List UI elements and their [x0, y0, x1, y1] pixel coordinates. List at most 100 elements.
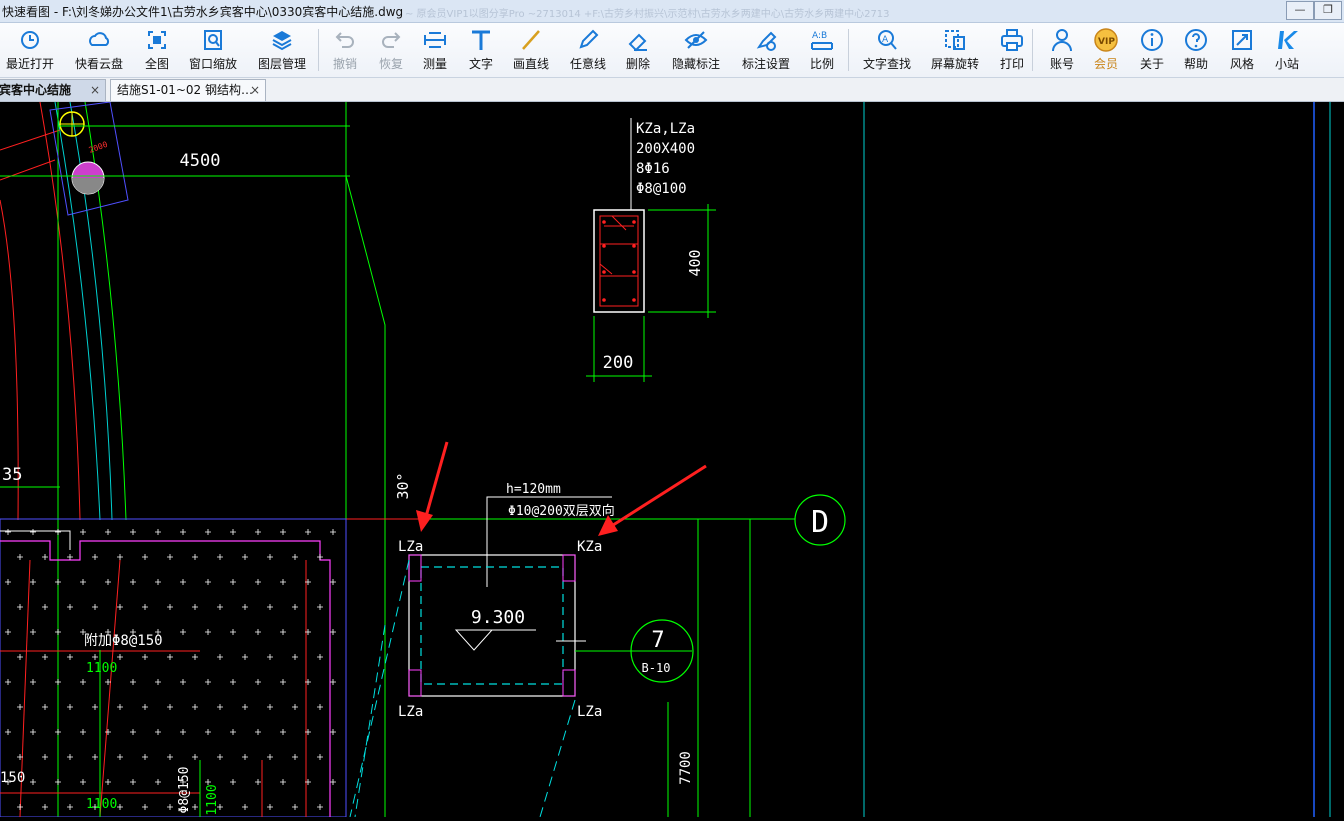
svg-text:A: A	[882, 35, 889, 45]
toolbar-button-user[interactable]: 账号	[1042, 25, 1082, 75]
angle-30-text: 30°	[394, 472, 412, 499]
toolbar-button-layers[interactable]: 图层管理	[250, 25, 314, 75]
slab-note: h=120mm Φ10@200双层双向	[486, 482, 615, 587]
rotate-screen-icon	[945, 30, 965, 50]
help-icon	[1185, 29, 1207, 51]
toolbar-label: 比例	[809, 57, 834, 71]
toolbar-button-printer[interactable]: 打印	[994, 25, 1030, 75]
col-size: 200X400	[636, 141, 695, 157]
cloud-icon	[89, 32, 110, 46]
toolbar-label: 打印	[999, 57, 1024, 71]
toolbar-button-cloud[interactable]: 快看云盘	[68, 25, 130, 75]
toolbar-button-line[interactable]: 画直线	[506, 25, 556, 75]
toolbar-button-rotate-screen[interactable]: 屏幕旋转	[924, 25, 986, 75]
pencil-icon	[579, 29, 599, 49]
grid-d-text: D	[811, 505, 829, 540]
layers-icon	[272, 31, 292, 51]
toolbar-button-help[interactable]: 帮助	[1180, 25, 1212, 75]
minimize-icon: —	[1294, 3, 1306, 16]
toolbar-button-clock[interactable]: 最近打开	[2, 25, 58, 75]
scale-icon: A:B	[811, 31, 833, 50]
toolbar-separator	[848, 29, 849, 71]
toolbar-label: 屏幕旋转	[930, 57, 979, 71]
toolbar-button-style[interactable]: 风格	[1226, 25, 1258, 75]
column-frame: LZa KZa LZa LZa 9.300	[398, 539, 632, 720]
red-small-label: 2000	[88, 140, 109, 155]
title-bar: 快速看图 - F:\刘冬娣办公文件1\古劳水乡宾客中心\0330宾客中心结施.d…	[0, 0, 1344, 23]
toolbar-button-text[interactable]: 文字	[462, 25, 500, 75]
title-faded-text: ~ 原会员VIP1以图分享Pro ~2713014 +F:\古劳乡村振兴\示范村…	[405, 9, 890, 20]
toolbar-label: 全图	[144, 57, 169, 71]
toolbar-button-zoom-window[interactable]: 窗口缩放	[184, 25, 242, 75]
toolbar-label: 测量	[422, 57, 447, 71]
ruler-icon	[424, 32, 446, 48]
cad-drawing[interactable]: 2000 4500 35 KZa,LZa 200X400 8Φ16 Φ8@100…	[0, 101, 1344, 818]
dim-200-text: 200	[603, 353, 634, 373]
slab-hatch	[5, 529, 336, 810]
tab-structure-main[interactable]: 宾客中心结施 ×	[0, 79, 106, 101]
tab-label: 宾客中心结施	[0, 83, 72, 97]
eraser-icon	[628, 33, 647, 52]
close-icon[interactable]: ×	[90, 80, 100, 101]
toolbar-button-eraser[interactable]: 删除	[618, 25, 658, 75]
toolbar-button-text-search[interactable]: A 文字查找	[856, 25, 918, 75]
text-search-icon: A	[878, 30, 897, 50]
toolbar-label: 快看云盘	[74, 57, 123, 71]
grid-7-sub: B-10	[642, 661, 671, 675]
toolbar-label: 画直线	[512, 57, 549, 71]
left-slab-region	[0, 518, 347, 818]
toolbar-button-k-logo[interactable]: 小站	[1270, 25, 1304, 75]
toolbar-button-eye-hide[interactable]: 隐藏标注	[666, 25, 726, 75]
grid-7-text: 7	[651, 628, 664, 653]
zoom-window-icon	[204, 30, 222, 50]
slab-thickness: h=120mm	[506, 482, 561, 497]
column-section-detail: KZa,LZa 200X400 8Φ16 Φ8@100 400 200	[586, 118, 716, 382]
info-icon	[1141, 29, 1163, 51]
dim-1100-b: 1100	[86, 797, 117, 812]
toolbar-button-ruler[interactable]: 测量	[416, 25, 454, 75]
dimension-4500: 4500	[0, 125, 350, 177]
red-arrow-right	[598, 464, 707, 536]
grid-bubble-7: 7 B-10	[630, 619, 694, 683]
toolbar-label: 窗口缩放	[188, 57, 237, 71]
tab-label: 结施S1-01~02 钢结构…	[117, 83, 253, 97]
col-bars: 8Φ16	[636, 161, 670, 177]
toolbar-button-scale[interactable]: A:B 比例	[802, 25, 842, 75]
printer-icon	[1001, 29, 1023, 51]
toolbar-label: 隐藏标注	[671, 57, 720, 71]
k-logo-icon	[1278, 31, 1298, 49]
dim-1100-a: 1100	[86, 661, 117, 676]
toolbar-label: 标注设置	[741, 57, 790, 71]
col-label: KZa,LZa	[636, 121, 695, 137]
drawing-canvas[interactable]: 2000 4500 35 KZa,LZa 200X400 8Φ16 Φ8@100…	[0, 101, 1344, 818]
restore-button[interactable]: ❐	[1314, 1, 1342, 20]
lza-bottom-left: LZa	[398, 704, 423, 720]
toolbar-button-pencil[interactable]: 任意线	[566, 25, 610, 75]
minimize-button[interactable]: —	[1286, 1, 1314, 20]
toolbar-button-vip[interactable]: VIP 会员	[1090, 25, 1122, 75]
dim-4500-text: 4500	[180, 151, 221, 171]
close-icon[interactable]: ×	[250, 80, 260, 101]
window-title: 快速看图 - F:\刘冬娣办公文件1\古劳水乡宾客中心\0330宾客中心结施.d…	[2, 5, 404, 19]
toolbar-label: 文字	[468, 57, 493, 71]
dim-7700-text: 7700	[678, 751, 694, 785]
redo-icon	[382, 32, 401, 48]
toolbar-label: 任意线	[569, 57, 606, 71]
toolbar-button-annotation-settings[interactable]: 标注设置	[736, 25, 796, 75]
toolbar-button-info[interactable]: 关于	[1136, 25, 1168, 75]
toolbar-label: 会员	[1093, 57, 1118, 71]
rotated-column-block: 2000	[49, 101, 129, 216]
dim-150-text: 150	[0, 770, 25, 786]
text-icon	[472, 30, 490, 50]
eye-hide-icon	[684, 31, 708, 49]
toolbar-button-undo[interactable]: 撤销	[326, 25, 364, 75]
toolbar-button-redo[interactable]: 恢复	[372, 25, 410, 75]
dim-35-text: 35	[2, 465, 22, 485]
tab-steel-structure[interactable]: 结施S1-01~02 钢结构… ×	[110, 79, 266, 101]
user-icon	[1052, 29, 1072, 52]
rebar-label-150-vertical: Φ8@150	[177, 767, 192, 814]
toolbar-button-fullview[interactable]: 全图	[138, 25, 176, 75]
toolbar-label: 恢复	[378, 57, 403, 71]
vip-icon: VIP	[1094, 28, 1118, 52]
dim-1100-c: 1100	[205, 784, 220, 815]
